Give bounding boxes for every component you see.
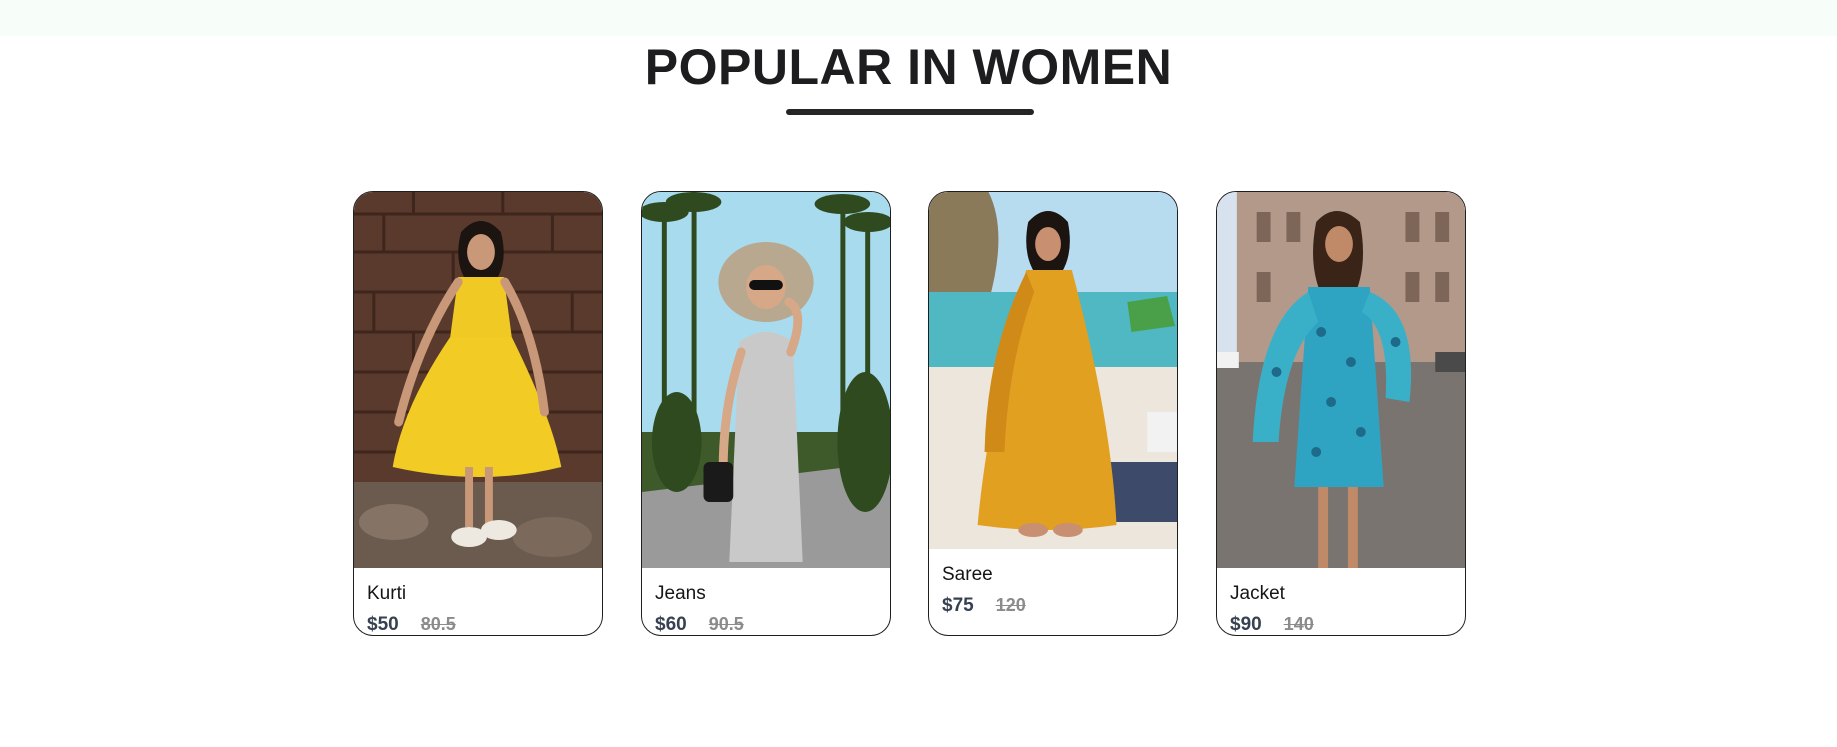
section-title: POPULAR IN WOMEN [644,39,1173,95]
product-prices: $60 90.5 [655,614,744,635]
product-card-saree[interactable]: Saree $75 120 [928,191,1178,636]
product-prices: $75 120 [942,595,1026,617]
product-name[interactable]: Saree [942,564,993,586]
product-old-price: 120 [995,595,1026,615]
title-underline [786,109,1034,115]
product-prices: $90 140 [1230,614,1314,635]
top-band [0,0,1837,36]
floral-dress-photo-icon [1217,192,1465,568]
product-image-saree[interactable] [929,192,1177,549]
yellow-dress-photo-icon [354,192,602,568]
product-new-price: $90 [1230,614,1262,635]
product-image-jacket[interactable] [1217,192,1465,568]
product-card-jeans[interactable]: Jeans $60 90.5 [641,191,891,636]
orange-kurta-photo-icon [929,192,1177,549]
product-card-jacket[interactable]: Jacket $90 140 [1216,191,1466,636]
product-name[interactable]: Jeans [655,583,706,605]
product-name[interactable]: Jacket [1230,583,1285,605]
product-new-price: $75 [942,595,974,616]
product-new-price: $60 [655,614,687,635]
grey-dress-photo-icon [642,192,890,568]
product-old-price: 90.5 [708,614,744,634]
product-old-price: 140 [1283,614,1314,634]
product-image-jeans[interactable] [642,192,890,568]
product-name[interactable]: Kurti [367,583,406,605]
product-new-price: $50 [367,614,399,635]
product-prices: $50 80.5 [367,614,456,635]
product-card-kurti[interactable]: Kurti $50 80.5 [353,191,603,636]
product-image-kurti[interactable] [354,192,602,568]
product-old-price: 80.5 [420,614,456,634]
